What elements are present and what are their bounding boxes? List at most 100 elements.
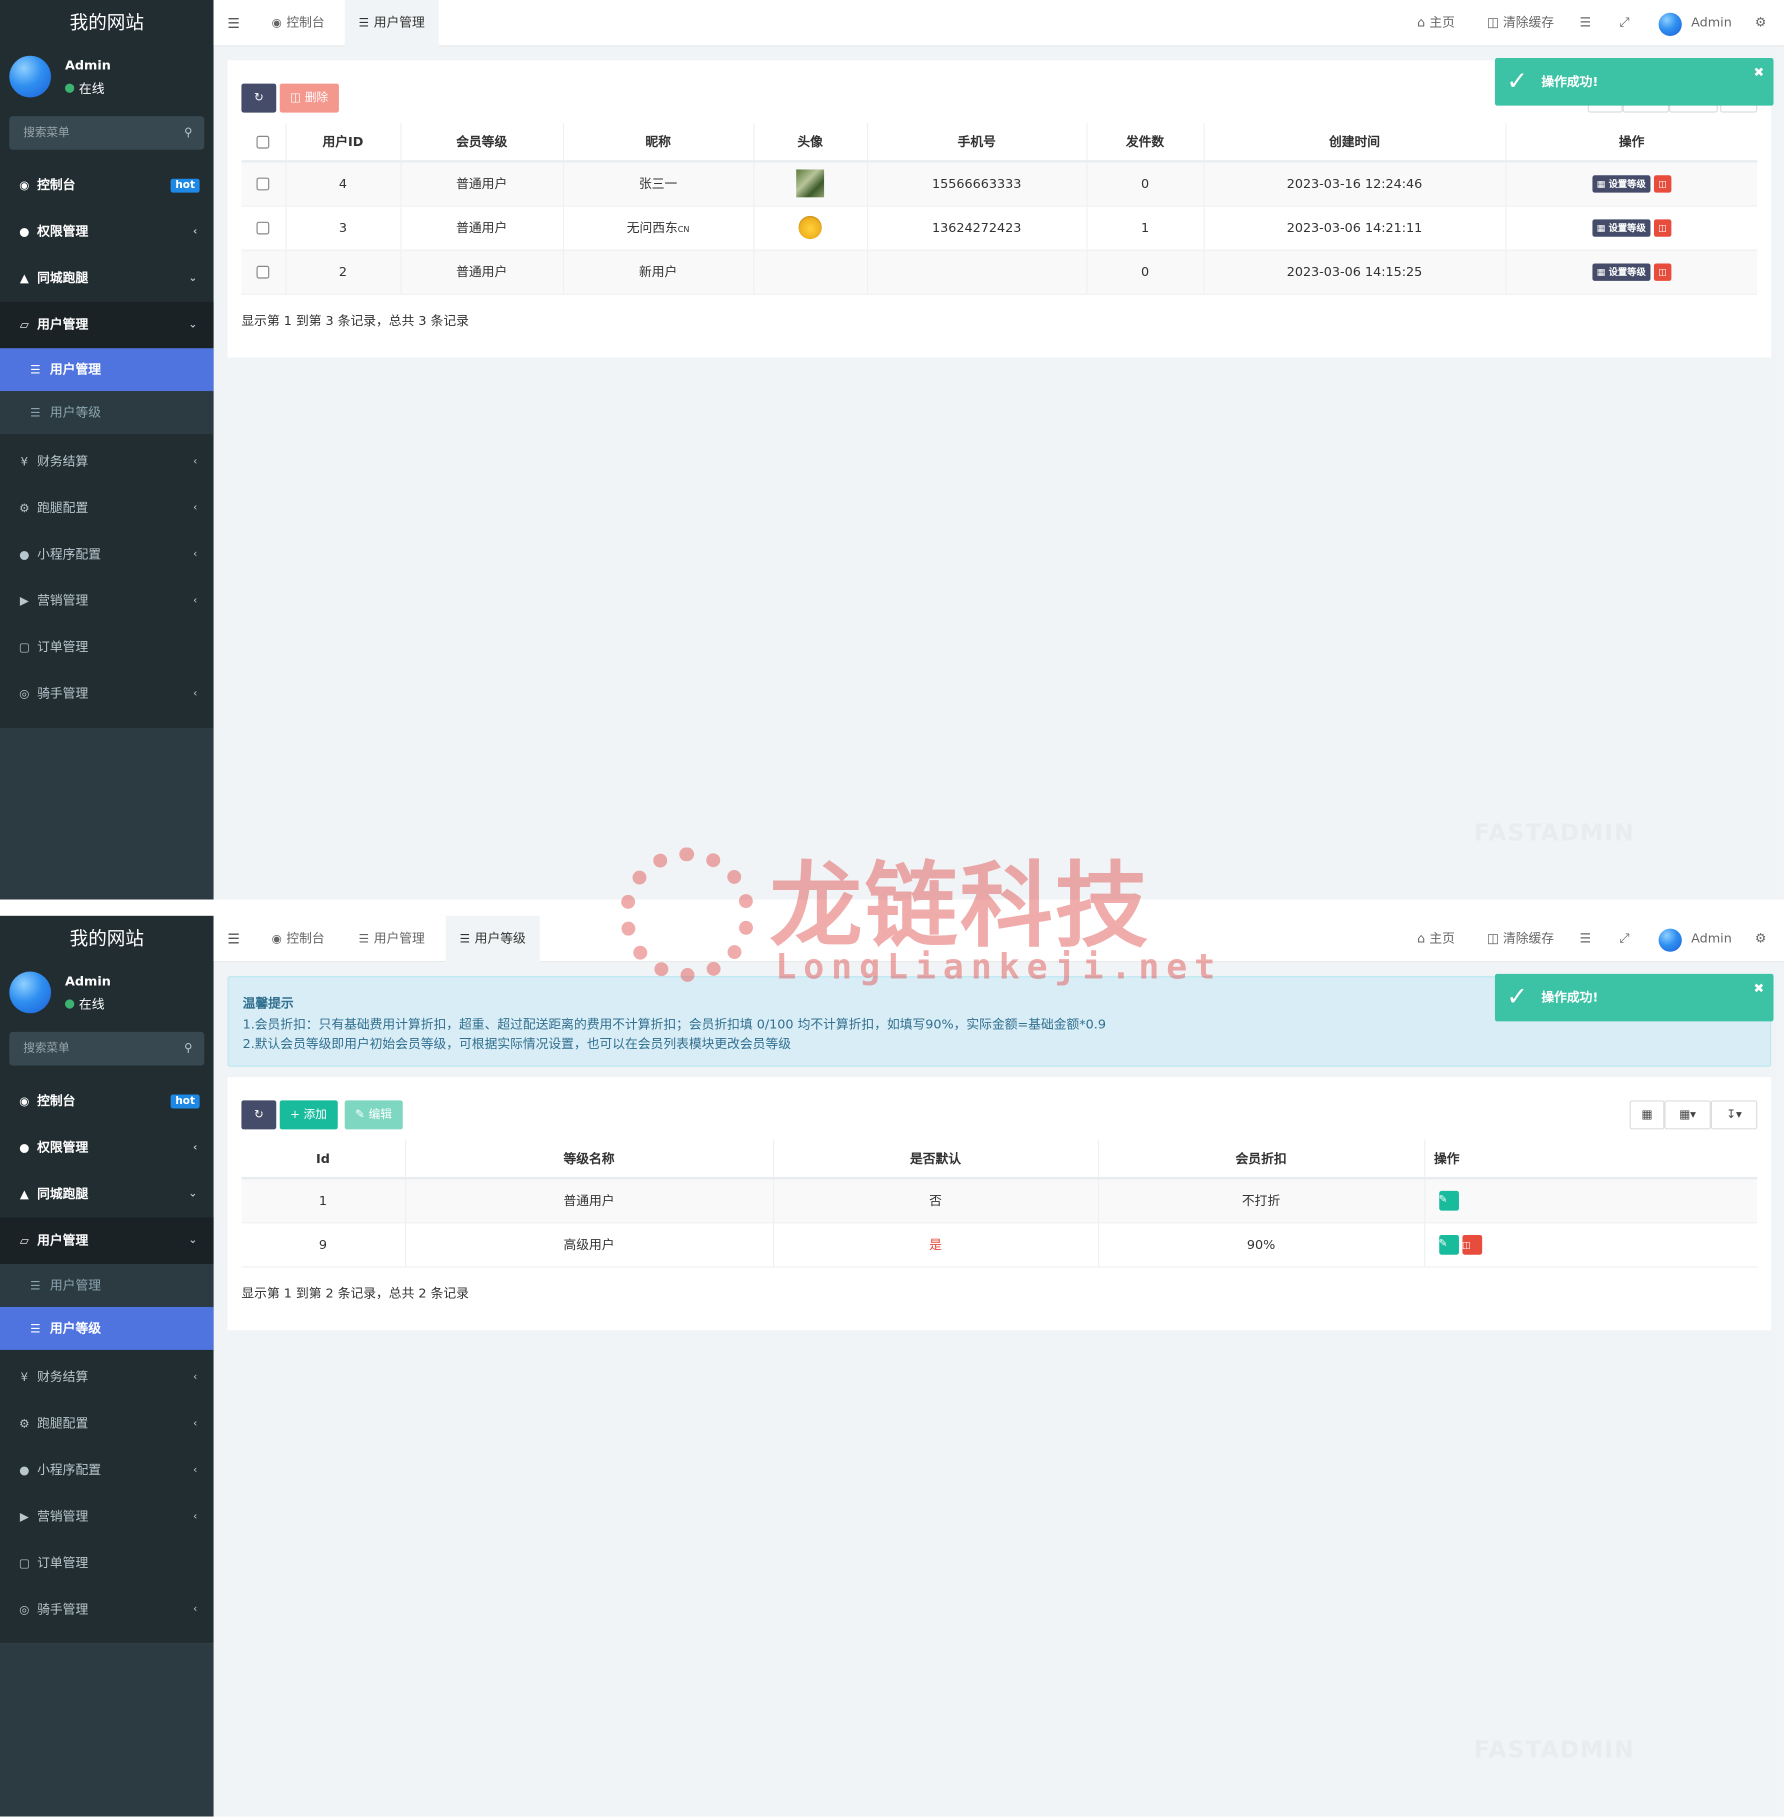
sidebar-subitem-user-mgmt[interactable]: ☰ 用户管理 <box>0 348 214 392</box>
edit-row-button[interactable]: ✎ <box>1438 1234 1459 1255</box>
column-header[interactable]: 昵称 <box>562 123 754 163</box>
table-row[interactable]: 4 普通用户 张三一 15566663333 0 2023-03-16 12:2… <box>241 161 1758 207</box>
delete-row-button[interactable]: ◫ <box>1653 174 1672 193</box>
row-checkbox[interactable] <box>241 161 287 207</box>
home-link[interactable]: ⌂ 主页 <box>1417 0 1455 46</box>
delete-row-button[interactable]: ◫ <box>1653 218 1672 237</box>
cell-time: 2023-03-16 12:24:46 <box>1203 161 1506 207</box>
select-all-checkbox[interactable] <box>241 123 287 163</box>
language-icon[interactable]: ☰ <box>1580 916 1591 962</box>
language-icon[interactable]: ☰ <box>1580 0 1591 46</box>
set-level-button[interactable]: ▦ 设置等级 <box>1591 218 1651 237</box>
sidebar-item-run-config[interactable]: ⚙ 跑腿配置 ‹ <box>0 1401 214 1447</box>
sidebar-item-auth[interactable]: ● 权限管理 ‹ <box>0 1125 214 1171</box>
checkbox[interactable] <box>256 177 270 191</box>
clear-cache-link[interactable]: ◫ 清除缓存 <box>1487 0 1554 46</box>
fullscreen-icon[interactable]: ⤢ <box>1619 916 1629 962</box>
column-header[interactable]: 发件数 <box>1086 123 1205 163</box>
sidebar-item-orders[interactable]: ▢ 订单管理 <box>0 624 214 670</box>
sidebar-item-run-config[interactable]: ⚙ 跑腿配置 ‹ <box>0 485 214 531</box>
refresh-button[interactable]: ↻ <box>241 83 277 113</box>
search-input[interactable]: 搜索菜单 ⚲ <box>9 1031 205 1066</box>
sidebar-item-city-run[interactable]: ▲ 同城跑腿 ⌄ <box>0 1171 214 1217</box>
column-header[interactable]: Id <box>241 1139 406 1180</box>
add-button[interactable]: + 添加 <box>279 1100 338 1130</box>
menu-toggle-icon[interactable]: ☰ <box>227 916 239 962</box>
column-header[interactable]: 会员折扣 <box>1097 1139 1425 1180</box>
site-logo[interactable]: 我的网站 <box>0 915 214 963</box>
sidebar-item-riders[interactable]: ◎ 骑手管理 ‹ <box>0 671 214 717</box>
set-level-button[interactable]: ▦ 设置等级 <box>1591 174 1651 193</box>
table-row[interactable]: 2 普通用户 新用户 0 2023-03-06 14:15:25 ▦ 设置等级 ◫ <box>241 249 1758 295</box>
column-header[interactable]: 用户ID <box>285 123 402 163</box>
sidebar-item-user-mgmt[interactable]: ▱ 用户管理 ⌄ <box>0 301 214 349</box>
edit-button[interactable]: ✎ 编辑 <box>344 1100 403 1130</box>
sidebar-item-miniapp[interactable]: ● 小程序配置 ‹ <box>0 1447 214 1493</box>
close-icon[interactable]: ✖ <box>1754 965 1765 1013</box>
table-row[interactable]: 1 普通用户 否 不打折 ✎ <box>241 1178 1758 1223</box>
user-avatar-image[interactable] <box>796 169 825 198</box>
row-checkbox[interactable] <box>241 205 287 251</box>
settings-gear-icon[interactable]: ⚙ <box>1755 0 1766 46</box>
sidebar-item-auth[interactable]: ● 权限管理 ‹ <box>0 209 214 255</box>
table-row[interactable]: 9 高级用户 是 90% ✎ ◫ <box>241 1222 1758 1267</box>
search-icon[interactable]: ⚲ <box>184 1032 193 1066</box>
tab-user-level[interactable]: ☰ 用户等级 <box>445 915 540 963</box>
columns-button[interactable]: ▦▾ <box>1664 1100 1711 1130</box>
home-label: 主页 <box>1429 15 1455 31</box>
checkbox[interactable] <box>256 265 270 279</box>
delete-row-button[interactable]: ◫ <box>1653 262 1672 281</box>
table-row[interactable]: 3 普通用户 无问西东CN 13624272423 1 2023-03-06 1… <box>241 205 1758 251</box>
sidebar-item-finance[interactable]: ¥ 财务结算 ‹ <box>0 1350 214 1401</box>
admin-avatar[interactable] <box>1658 928 1682 952</box>
row-checkbox[interactable] <box>241 249 287 295</box>
search-icon[interactable]: ⚲ <box>184 116 193 150</box>
sidebar-item-miniapp[interactable]: ● 小程序配置 ‹ <box>0 532 214 578</box>
sidebar-subitem-user-level[interactable]: ☰ 用户等级 <box>0 1306 214 1350</box>
admin-avatar[interactable] <box>1658 12 1682 36</box>
tab-dashboard[interactable]: ◉ 控制台 <box>258 0 339 46</box>
column-header[interactable]: 手机号 <box>867 123 1087 163</box>
checkbox[interactable] <box>256 221 270 235</box>
admin-name[interactable]: Admin <box>1691 916 1732 962</box>
admin-name[interactable]: Admin <box>1691 0 1732 46</box>
sidebar-subitem-user-mgmt[interactable]: ☰ 用户管理 <box>0 1264 214 1307</box>
sidebar-item-dashboard[interactable]: ◉ 控制台 hot <box>0 162 214 208</box>
toggle-view-button[interactable]: ▦ <box>1629 1100 1665 1130</box>
column-header[interactable]: 等级名称 <box>405 1139 774 1180</box>
column-header[interactable]: 会员等级 <box>400 123 564 163</box>
tab-user-mgmt[interactable]: ☰ 用户管理 <box>345 916 439 962</box>
sidebar-item-user-mgmt[interactable]: ▱ 用户管理 ⌄ <box>0 1217 214 1265</box>
tab-dashboard[interactable]: ◉ 控制台 <box>258 916 339 962</box>
export-button[interactable]: ↧▾ <box>1710 1100 1758 1130</box>
refresh-button[interactable]: ↻ <box>241 1100 277 1130</box>
sidebar-item-city-run[interactable]: ▲ 同城跑腿 ⌄ <box>0 255 214 301</box>
tab-user-mgmt[interactable]: ☰ 用户管理 <box>344 0 439 47</box>
column-header[interactable]: 是否默认 <box>773 1139 1099 1180</box>
set-level-button[interactable]: ▦ 设置等级 <box>1591 262 1651 281</box>
column-header[interactable]: 创建时间 <box>1203 123 1506 163</box>
sidebar-item-finance[interactable]: ¥ 财务结算 ‹ <box>0 434 214 485</box>
close-icon[interactable]: ✖ <box>1754 49 1765 97</box>
edit-row-button[interactable]: ✎ <box>1438 1190 1459 1211</box>
sidebar-item-marketing[interactable]: ▶ 营销管理 ‹ <box>0 1494 214 1540</box>
delete-button[interactable]: ◫ 删除 <box>279 83 339 113</box>
site-logo[interactable]: 我的网站 <box>0 0 214 47</box>
sidebar-item-dashboard[interactable]: ◉ 控制台 hot <box>0 1078 214 1124</box>
clear-cache-link[interactable]: ◫ 清除缓存 <box>1487 916 1554 962</box>
checkbox[interactable] <box>256 135 270 149</box>
menu-toggle-icon[interactable]: ☰ <box>227 0 239 46</box>
sidebar-item-orders[interactable]: ▢ 订单管理 <box>0 1540 214 1586</box>
home-link[interactable]: ⌂ 主页 <box>1417 916 1455 962</box>
user-avatar-image[interactable] <box>798 215 822 240</box>
fullscreen-icon[interactable]: ⤢ <box>1619 0 1629 46</box>
delete-row-button[interactable]: ◫ <box>1461 1234 1482 1255</box>
settings-gear-icon[interactable]: ⚙ <box>1755 916 1766 962</box>
column-header[interactable]: 头像 <box>753 123 868 163</box>
sidebar-subitem-user-level[interactable]: ☰ 用户等级 <box>0 391 214 435</box>
sidebar-item-marketing[interactable]: ▶ 营销管理 ‹ <box>0 578 214 624</box>
search-input[interactable]: 搜索菜单 ⚲ <box>9 116 205 150</box>
sidebar-item-riders[interactable]: ◎ 骑手管理 ‹ <box>0 1587 214 1633</box>
chevron-down-icon: ⌄ <box>188 1188 198 1201</box>
sidebar: 我的网站 Admin 在线 搜索菜单 ⚲ ◉ 控制台 hot ● 权限管理 ‹ ▲ 同城跑腿… <box>0 915 214 1644</box>
